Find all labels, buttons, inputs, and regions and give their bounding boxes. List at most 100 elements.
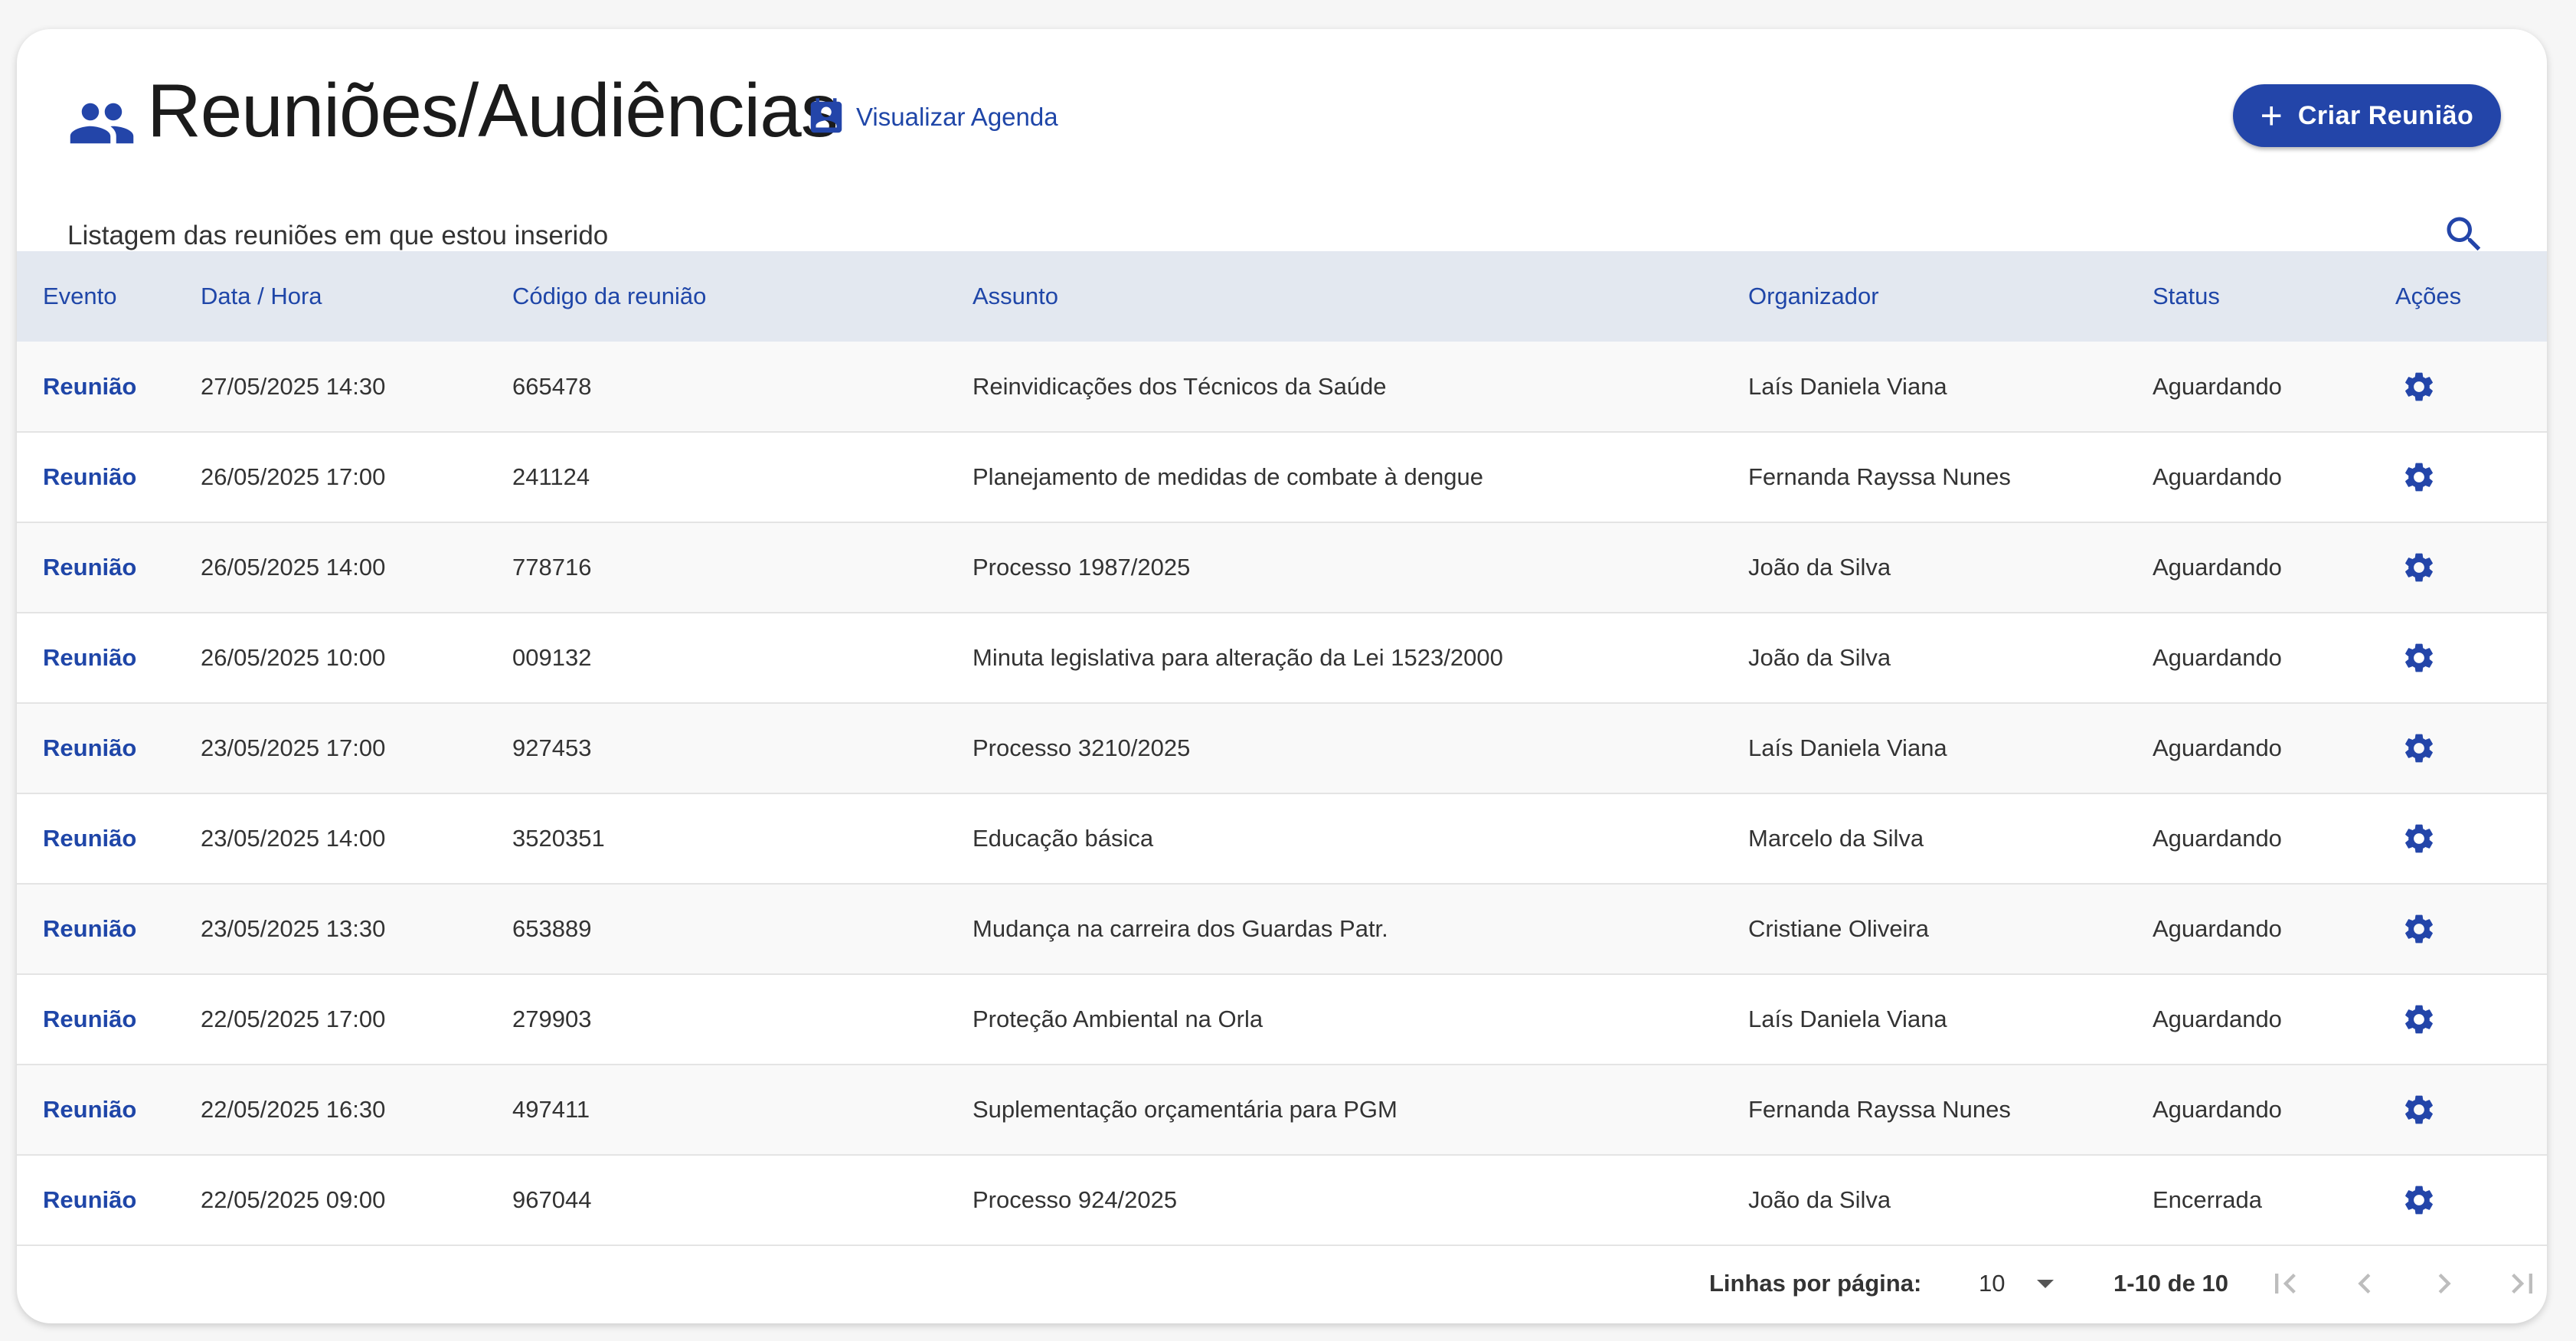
cell-organizador: Cristiane Oliveira: [1748, 915, 1930, 942]
cell-evento[interactable]: Reunião: [17, 342, 201, 432]
cell-assunto: Minuta legislativa para alteração da Lei…: [973, 644, 1503, 671]
column-header-status[interactable]: Status: [2153, 251, 2395, 342]
cell-acoes: [2395, 703, 2547, 793]
cell-data-hora: 26/05/2025 14:00: [201, 554, 386, 581]
rows-per-page-select[interactable]: 10: [1979, 1262, 2063, 1305]
cell-codigo: 3520351: [512, 825, 605, 852]
table-row[interactable]: Reunião 23/05/2025 17:00 927453 Processo…: [17, 703, 2547, 793]
gear-icon[interactable]: [2401, 550, 2437, 585]
cell-organizador: Marcelo da Silva: [1748, 825, 1924, 852]
column-header-acoes: Ações: [2395, 283, 2462, 309]
people-icon: [70, 103, 134, 144]
table-row[interactable]: Reunião 27/05/2025 14:30 665478 Reinvidi…: [17, 342, 2547, 432]
first-page-icon[interactable]: [2265, 1264, 2305, 1303]
cell-codigo: 241124: [512, 463, 590, 490]
create-meeting-button[interactable]: + Criar Reunião: [2233, 84, 2501, 147]
cell-acoes: [2395, 1065, 2547, 1155]
cell-organizador: Laís Daniela Viana: [1748, 734, 1947, 761]
cell-assunto: Mudança na carreira dos Guardas Patr.: [973, 915, 1388, 942]
cell-status: Aguardando: [2153, 1096, 2282, 1123]
cell-organizador: João da Silva: [1748, 644, 1891, 671]
cell-data-hora: 23/05/2025 14:00: [201, 825, 386, 852]
table-row[interactable]: Reunião 22/05/2025 16:30 497411 Suplemen…: [17, 1065, 2547, 1155]
cell-organizador: Laís Daniela Viana: [1748, 372, 1947, 400]
cell-acoes: [2395, 884, 2547, 974]
table-row[interactable]: Reunião 23/05/2025 13:30 653889 Mudança …: [17, 884, 2547, 974]
cell-codigo: 497411: [512, 1096, 590, 1123]
cell-acoes: [2395, 1155, 2547, 1245]
cell-data-hora: 22/05/2025 09:00: [201, 1186, 386, 1213]
cell-evento[interactable]: Reunião: [17, 522, 201, 613]
caret-down-icon: [2037, 1279, 2055, 1288]
cell-organizador: Laís Daniela Viana: [1748, 1006, 1947, 1032]
cell-evento[interactable]: Reunião: [17, 1065, 201, 1155]
pagination-footer: Linhas por página: 10 1-10 de 10: [17, 1244, 2547, 1323]
cell-codigo: 778716: [512, 554, 592, 581]
table-row[interactable]: Reunião 22/05/2025 17:00 279903 Proteção…: [17, 974, 2547, 1065]
pagination-range: 1-10 de 10: [2113, 1270, 2228, 1297]
cell-data-hora: 23/05/2025 13:30: [201, 915, 386, 942]
gear-icon[interactable]: [2401, 821, 2437, 856]
gear-icon[interactable]: [2401, 369, 2437, 404]
rows-per-page-label: Linhas por página:: [1709, 1270, 1922, 1297]
cell-status: Aguardando: [2153, 1006, 2282, 1032]
gear-icon[interactable]: [2401, 640, 2437, 675]
cell-status: Encerrada: [2153, 1186, 2263, 1213]
view-agenda-link[interactable]: Visualizar Agenda: [806, 96, 1058, 138]
cell-evento[interactable]: Reunião: [17, 974, 201, 1065]
cell-codigo: 927453: [512, 734, 592, 761]
gear-icon[interactable]: [2401, 1002, 2437, 1037]
cell-evento[interactable]: Reunião: [17, 613, 201, 703]
meetings-table: Evento Data / Hora Código da reunião Ass…: [17, 251, 2547, 1246]
table-row[interactable]: Reunião 26/05/2025 17:00 241124 Planejam…: [17, 432, 2547, 522]
plus-icon: +: [2260, 94, 2283, 137]
cell-organizador: Fernanda Rayssa Nunes: [1748, 463, 2011, 490]
cell-status: Aguardando: [2153, 463, 2282, 490]
next-page-icon[interactable]: [2424, 1264, 2464, 1303]
cell-evento[interactable]: Reunião: [17, 703, 201, 793]
column-header-organizador[interactable]: Organizador: [1748, 251, 2153, 342]
search-icon[interactable]: [2441, 211, 2487, 257]
column-header-codigo[interactable]: Código da reunião: [512, 251, 973, 342]
cell-evento[interactable]: Reunião: [17, 884, 201, 974]
cell-data-hora: 23/05/2025 17:00: [201, 734, 386, 761]
gear-icon[interactable]: [2401, 1092, 2437, 1127]
last-page-icon[interactable]: [2502, 1264, 2542, 1303]
cell-codigo: 967044: [512, 1186, 592, 1213]
cell-status: Aguardando: [2153, 825, 2282, 852]
cell-codigo: 665478: [512, 372, 592, 400]
table-row[interactable]: Reunião 22/05/2025 09:00 967044 Processo…: [17, 1155, 2547, 1245]
cell-organizador: João da Silva: [1748, 554, 1891, 581]
table-row[interactable]: Reunião 23/05/2025 14:00 3520351 Educaçã…: [17, 793, 2547, 884]
cell-data-hora: 27/05/2025 14:30: [201, 372, 386, 400]
card-header: Reuniões/Audiências Visualizar Agenda + …: [17, 29, 2547, 259]
cell-data-hora: 26/05/2025 17:00: [201, 463, 386, 490]
cell-acoes: [2395, 974, 2547, 1065]
cell-assunto: Suplementação orçamentária para PGM: [973, 1096, 1398, 1123]
rows-per-page-value: 10: [1979, 1270, 2006, 1297]
cell-acoes: [2395, 793, 2547, 884]
cell-evento[interactable]: Reunião: [17, 793, 201, 884]
table-row[interactable]: Reunião 26/05/2025 14:00 778716 Processo…: [17, 522, 2547, 613]
cell-assunto: Processo 3210/2025: [973, 734, 1191, 761]
cell-evento[interactable]: Reunião: [17, 432, 201, 522]
prev-page-icon[interactable]: [2345, 1264, 2385, 1303]
cell-assunto: Reinvidicações dos Técnicos da Saúde: [973, 372, 1387, 400]
table-header-row: Evento Data / Hora Código da reunião Ass…: [17, 251, 2547, 342]
cell-evento[interactable]: Reunião: [17, 1155, 201, 1245]
column-header-evento[interactable]: Evento: [17, 251, 201, 342]
page-title: Reuniões/Audiências: [147, 68, 839, 152]
gear-icon[interactable]: [2401, 731, 2437, 766]
column-header-data-hora[interactable]: Data / Hora: [201, 251, 512, 342]
cell-codigo: 279903: [512, 1006, 592, 1032]
table-row[interactable]: Reunião 26/05/2025 10:00 009132 Minuta l…: [17, 613, 2547, 703]
cell-status: Aguardando: [2153, 915, 2282, 942]
gear-icon[interactable]: [2401, 1182, 2437, 1218]
cell-codigo: 009132: [512, 644, 592, 671]
gear-icon[interactable]: [2401, 460, 2437, 495]
cell-codigo: 653889: [512, 915, 592, 942]
cell-assunto: Educação básica: [973, 825, 1154, 852]
create-meeting-label: Criar Reunião: [2297, 100, 2474, 130]
column-header-assunto[interactable]: Assunto: [973, 251, 1748, 342]
gear-icon[interactable]: [2401, 911, 2437, 947]
